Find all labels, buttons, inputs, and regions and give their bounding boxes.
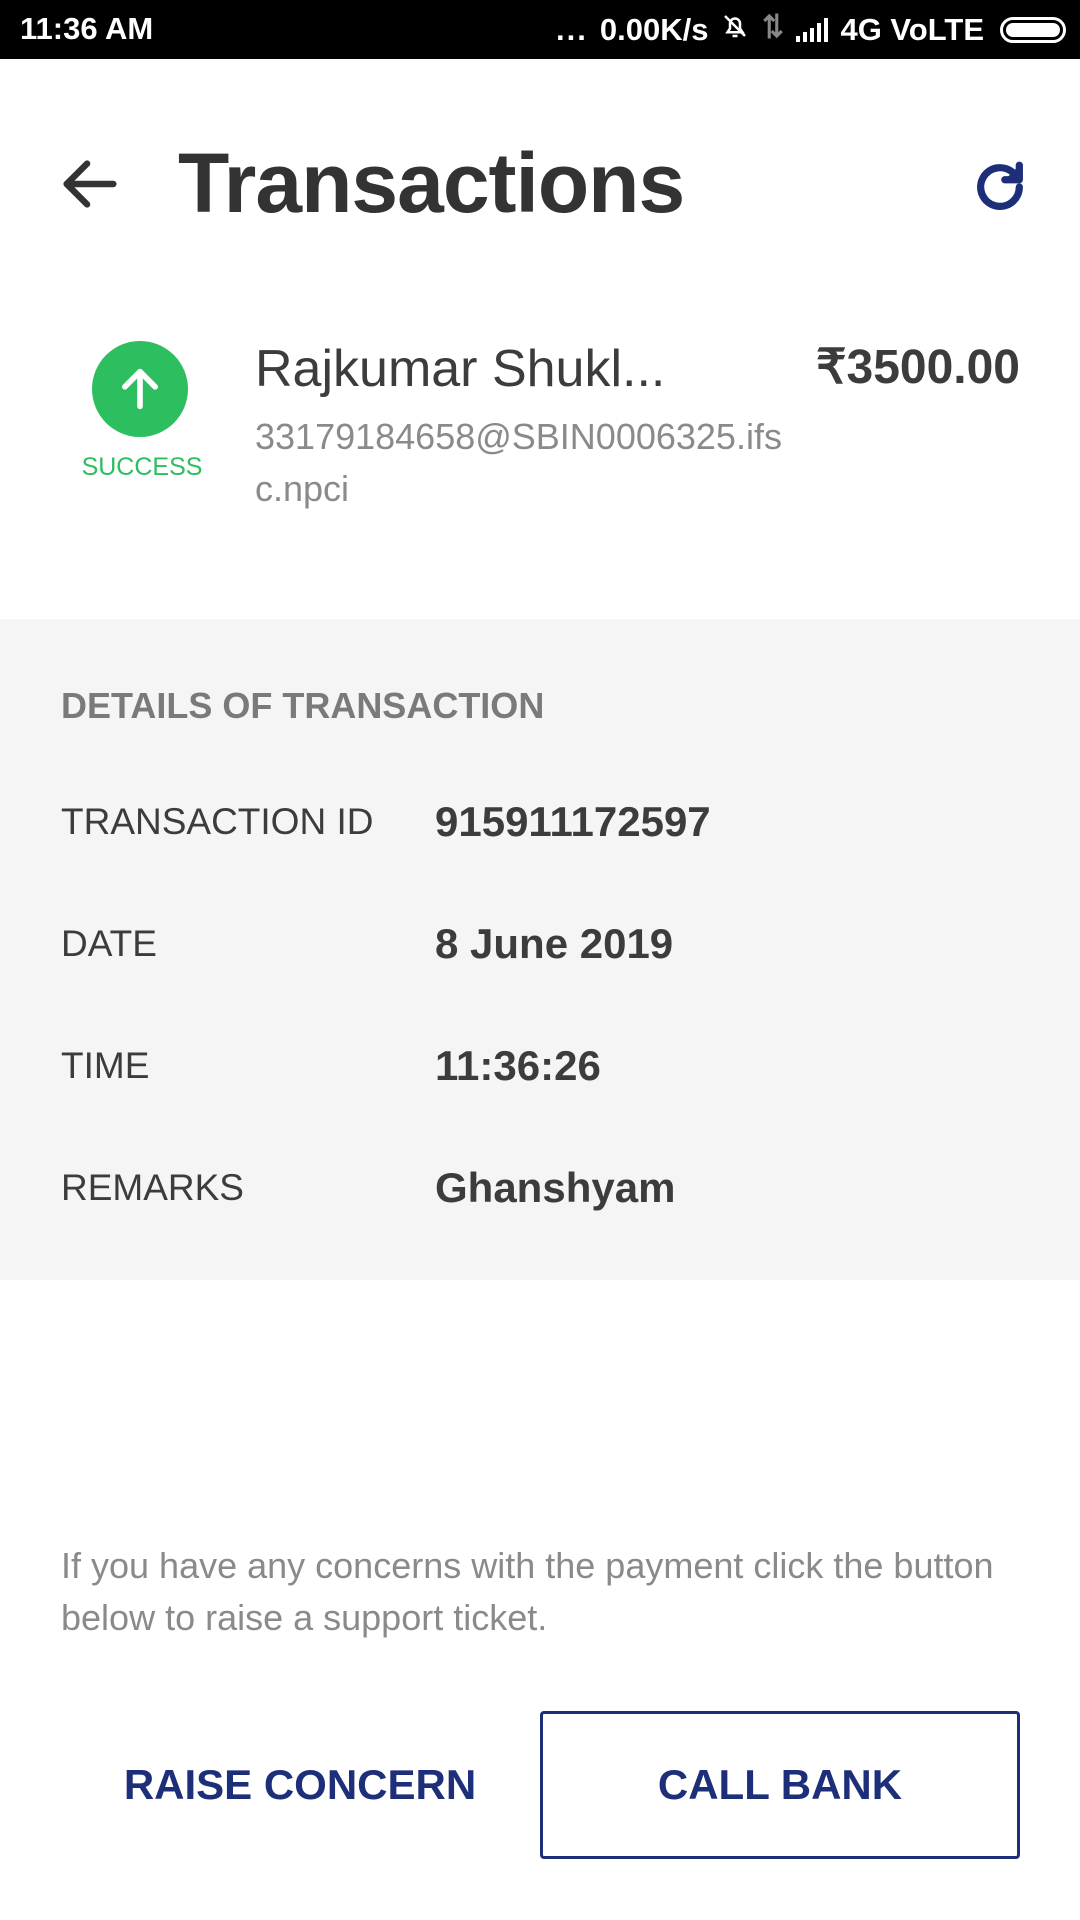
app-header: Transactions <box>0 59 1080 299</box>
refresh-button[interactable] <box>962 149 1038 225</box>
arrow-up-icon <box>122 368 158 410</box>
detail-value: 11:36:26 <box>435 1042 601 1089</box>
detail-row-transaction-id: TRANSACTION ID 915911172597 <box>61 792 1021 852</box>
raise-concern-button[interactable]: RAISE CONCERN <box>61 1711 539 1859</box>
network-type: 4G VoLTE <box>840 12 984 47</box>
transaction-summary: SUCCESS Rajkumar Shukl... 33179184658@SB… <box>0 299 1080 619</box>
detail-label: REMARKS <box>61 1167 244 1208</box>
bell-off-icon <box>720 11 750 49</box>
more-notifications-indicator: ... <box>556 12 588 47</box>
network-speed: 0.00K/s <box>599 12 709 47</box>
payee-vpa: 33179184658@SBIN0006325.ifsc.npci <box>255 416 782 509</box>
concern-note: If you have any concerns with the paymen… <box>61 1545 994 1638</box>
data-arrows-icon <box>762 11 784 49</box>
status-bar: 11:36 AM ... 0.00K/s 4G VoLTE <box>0 0 1080 59</box>
call-bank-button[interactable]: CALL BANK <box>540 1711 1020 1859</box>
detail-row-date: DATE 8 June 2019 <box>61 914 1021 974</box>
detail-label: DATE <box>61 923 157 964</box>
battery-icon <box>1000 17 1066 43</box>
detail-value: 8 June 2019 <box>435 920 674 967</box>
detail-row-remarks: REMARKS Ghanshyam <box>61 1158 1021 1218</box>
transaction-amount: ₹3500.00 <box>815 341 1020 394</box>
status-indicators: ... 0.00K/s 4G VoLTE <box>556 11 1066 49</box>
signal-icon <box>796 18 829 42</box>
status-indicator <box>92 341 188 437</box>
page-title: Transactions <box>178 136 685 230</box>
refresh-icon <box>977 161 1023 210</box>
back-button[interactable] <box>50 144 130 224</box>
detail-value: 915911172597 <box>435 798 711 845</box>
detail-row-time: TIME 11:36:26 <box>61 1036 1021 1096</box>
detail-value: Ghanshyam <box>435 1164 676 1211</box>
detail-label: TRANSACTION ID <box>61 801 374 842</box>
transaction-details-panel: DETAILS OF TRANSACTION TRANSACTION ID 91… <box>0 619 1080 1280</box>
detail-label: TIME <box>61 1045 150 1086</box>
details-heading: DETAILS OF TRANSACTION <box>61 685 545 726</box>
status-label: SUCCESS <box>81 453 203 481</box>
status-time: 11:36 AM <box>20 11 154 46</box>
payee-name: Rajkumar Shukl... <box>255 340 666 398</box>
arrow-left-icon <box>63 160 117 208</box>
